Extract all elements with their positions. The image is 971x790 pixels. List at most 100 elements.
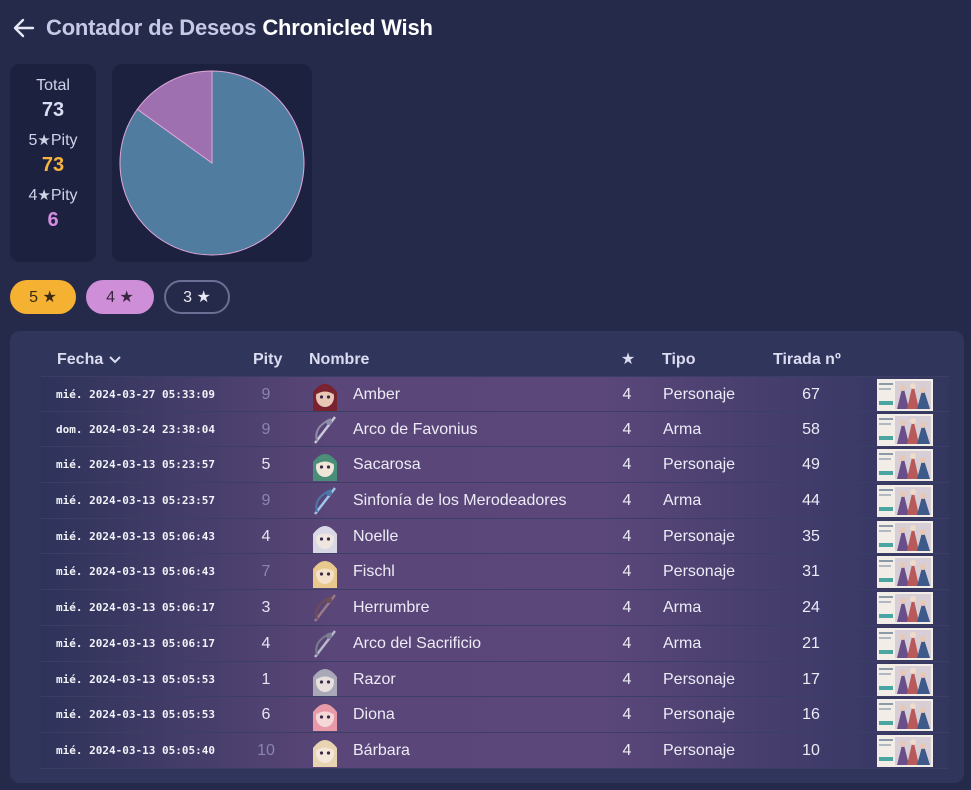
rarity-value: 4 [622, 492, 632, 510]
stats-card: Total 73 5★Pity 73 4★Pity 6 [10, 64, 96, 262]
pull-number: 24 [802, 599, 820, 617]
item-name: Amber [353, 386, 401, 403]
table-row: mié. 2024-03-13 05:06:43 7 Fischl 4 Pers… [41, 554, 949, 591]
wish-date: mié. 2024-03-13 05:23:57 [56, 458, 215, 472]
item-type: Personaje [663, 386, 736, 403]
pity-value: 10 [257, 741, 275, 759]
filter-five-star-button[interactable]: 5 ★ [10, 280, 76, 314]
diona-avatar-icon [309, 698, 341, 732]
barbara-avatar-icon [309, 734, 341, 767]
date-header-label: Fecha [57, 351, 104, 368]
rarity-value: 4 [622, 527, 632, 545]
filter-three-star-button[interactable]: 3 ★ [164, 280, 230, 314]
table-row: mié. 2024-03-13 05:05:40 10 Bárbara 4 Pe… [41, 732, 949, 769]
amber-avatar-icon [309, 378, 341, 411]
chevron-down-icon [108, 356, 121, 364]
item-name: Sinfonía de los Merodeadores [353, 492, 567, 510]
item-type: Arma [663, 492, 702, 510]
banner-thumbnail-image[interactable] [877, 413, 933, 446]
total-label: Total [36, 77, 70, 94]
banner-thumbnail-image[interactable] [877, 485, 933, 518]
rarity-value: 4 [622, 386, 632, 403]
pull-number: 21 [802, 634, 820, 652]
rarity-value: 4 [622, 706, 632, 724]
table-row: mié. 2024-03-13 05:23:57 5 Sacarosa 4 Pe… [41, 447, 949, 484]
item-type: Personaje [663, 706, 736, 724]
five-star-pity-value: 73 [41, 154, 65, 176]
pull-number: 58 [802, 420, 820, 438]
four-star-pity-label: 4★Pity [10, 186, 96, 206]
item-type: Arma [663, 420, 702, 438]
item-type: Personaje [663, 563, 736, 581]
pull-number: 17 [802, 670, 820, 688]
banner-thumbnail-image[interactable] [877, 663, 933, 696]
pie-chart [119, 70, 305, 256]
table-row: mié. 2024-03-13 05:23:57 9 Sinfonía de l… [41, 483, 949, 519]
back-button[interactable] [12, 16, 36, 40]
bow-icon [309, 591, 341, 624]
wish-history-table: Fecha Pity Nombre ★ Tipo Tirada nº mié. … [10, 331, 964, 783]
item-name: Noelle [353, 527, 399, 545]
rarity-value: 4 [622, 670, 632, 688]
banner-thumbnail-image[interactable] [877, 379, 933, 411]
item-name: Sacarosa [353, 456, 421, 474]
sort-by-date-header[interactable]: Fecha [57, 345, 121, 375]
table-row: mié. 2024-03-13 05:06:17 3 Herrumbre 4 A… [41, 590, 949, 626]
banner-thumbnail-image[interactable] [877, 699, 933, 732]
bow-icon [309, 413, 341, 446]
fischl-avatar-icon [309, 555, 341, 589]
banner-thumbnail-image[interactable] [877, 556, 933, 589]
item-name: Herrumbre [353, 599, 430, 617]
rarity-value: 4 [622, 420, 632, 438]
wish-date: mié. 2024-03-13 05:05:40 [56, 743, 215, 757]
pity-value: 4 [261, 634, 271, 652]
arrow-left-icon [13, 18, 35, 38]
wish-date: mié. 2024-03-13 05:06:17 [56, 636, 215, 650]
pity-value: 1 [261, 670, 271, 688]
five-label-text: Pity [50, 132, 78, 149]
title-text: Contador de Deseos [46, 15, 257, 40]
table-row: mié. 2024-03-27 05:33:09 9 Amber 4 Perso… [41, 376, 949, 412]
table-row: mié. 2024-03-13 05:05:53 1 Razor 4 Perso… [41, 661, 949, 698]
catalyst-icon [309, 484, 341, 517]
pity-value: 9 [261, 420, 271, 438]
sucrose-avatar-icon [309, 448, 341, 482]
wish-date: mié. 2024-03-13 05:06:43 [56, 565, 215, 579]
item-name: Diona [353, 706, 395, 724]
wish-date: mié. 2024-03-13 05:05:53 [56, 672, 215, 686]
banner-thumbnail-image[interactable] [877, 449, 933, 482]
pull-number: 10 [802, 741, 820, 759]
filter-four-star-button[interactable]: 4 ★ [86, 280, 154, 314]
pull-number: 49 [802, 456, 820, 474]
pity-value: 9 [261, 492, 271, 510]
banner-thumbnail-image[interactable] [877, 592, 933, 625]
star-icon: ★ [37, 132, 51, 149]
pity-value: 5 [261, 456, 271, 474]
banner-thumbnail-image[interactable] [877, 627, 933, 660]
pull-number: 31 [802, 563, 820, 581]
rarity-value: 4 [622, 456, 632, 474]
item-type: Personaje [663, 527, 736, 545]
banner-thumbnail-image[interactable] [877, 734, 933, 767]
table-header: Fecha Pity Nombre ★ Tipo Tirada nº [10, 345, 964, 375]
pity-value: 9 [261, 386, 271, 403]
item-name: Arco de Favonius [353, 420, 478, 438]
item-name: Arco del Sacrificio [353, 634, 482, 652]
wish-date: mié. 2024-03-27 05:33:09 [56, 388, 215, 401]
table-row: mié. 2024-03-13 05:05:53 6 Diona 4 Perso… [41, 697, 949, 733]
item-name: Bárbara [353, 741, 410, 759]
banner-name: Chronicled Wish [262, 15, 433, 40]
item-type: Personaje [663, 670, 736, 688]
banner-thumbnail-image[interactable] [877, 520, 933, 553]
pity-value: 7 [261, 563, 271, 581]
item-type: Arma [663, 634, 702, 652]
star-icon: ★ [37, 187, 51, 204]
wish-date: mié. 2024-03-13 05:23:57 [56, 494, 215, 508]
pity-value: 4 [261, 527, 271, 545]
pull-number: 35 [802, 527, 820, 545]
pity-value: 6 [261, 706, 271, 724]
pull-number: 44 [802, 492, 820, 510]
four-label-text: Pity [50, 187, 78, 204]
item-name: Fischl [353, 563, 395, 581]
table-row: dom. 2024-03-24 23:38:04 9 Arco de Favon… [41, 411, 949, 448]
